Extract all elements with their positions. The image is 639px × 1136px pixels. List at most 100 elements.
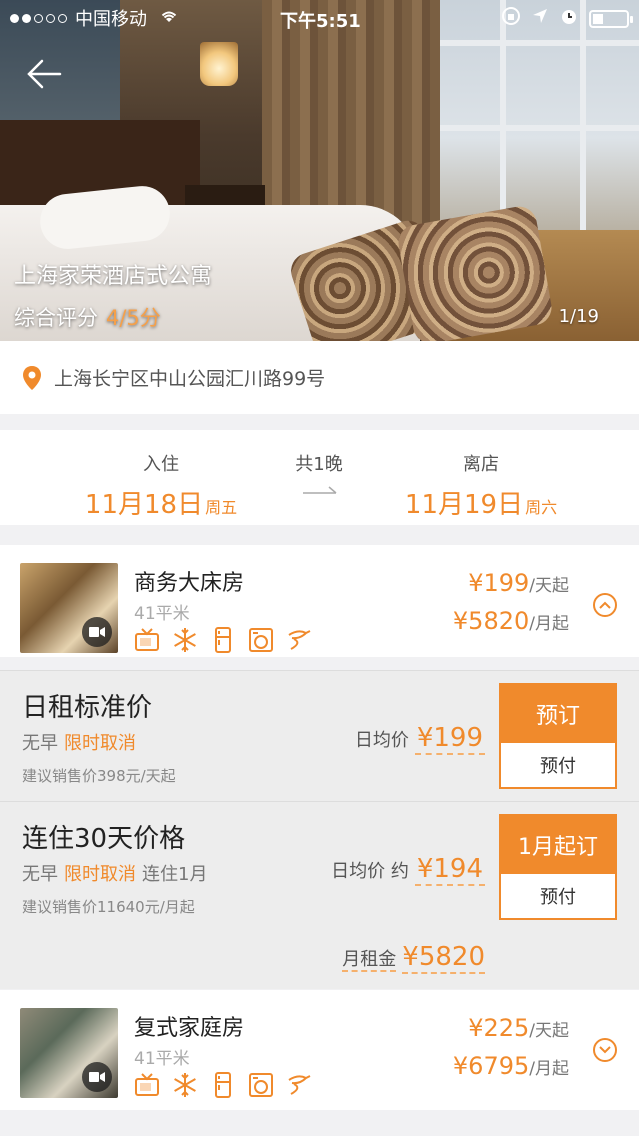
- plan-title: 日租标准价: [22, 693, 153, 723]
- checkout-date[interactable]: 离店 11月19日 周六: [396, 450, 566, 521]
- photo-counter: 1/19: [558, 306, 599, 327]
- video-icon[interactable]: [82, 617, 112, 647]
- location-icon: [531, 7, 549, 30]
- average-price-value: ¥199: [414, 723, 485, 755]
- tv-icon: [134, 1072, 160, 1098]
- checkout-weekday: 周六: [525, 498, 558, 517]
- room-monthly-price: ¥6795/月起: [453, 1052, 569, 1080]
- room-amenities: [134, 627, 312, 653]
- checkin-label: 入住: [143, 454, 179, 475]
- rotation-lock-icon: [501, 6, 521, 31]
- washer-icon: [248, 1072, 274, 1098]
- min-stay-tag: 连住1月: [142, 864, 208, 885]
- breakfast-tag: 无早: [22, 864, 58, 885]
- average-price: 日均价 约 ¥194: [331, 854, 485, 886]
- arrow-right-icon: [303, 486, 337, 494]
- address-text: 上海长宁区中山公园汇川路99号: [54, 368, 326, 390]
- cancel-policy-tag: 限时取消: [64, 733, 136, 754]
- room-thumbnail[interactable]: [20, 1008, 118, 1098]
- score-label: 综合评分: [14, 306, 98, 330]
- back-arrow-icon: [27, 59, 62, 89]
- monthly-price-value: ¥6795: [452, 1052, 530, 1080]
- prepay-label[interactable]: 预付: [501, 874, 615, 918]
- signal-strength-icon: [10, 13, 67, 23]
- hairdryer-icon: [286, 627, 312, 653]
- room-name: 复式家庭房: [134, 1016, 245, 1041]
- suggested-price: 建议销售价398元/天起: [22, 767, 176, 785]
- monthly-rent-value: ¥5820: [402, 942, 485, 974]
- monthly-price-suffix: /月起: [529, 614, 569, 634]
- rate-plan[interactable]: 连住30天价格 无早 限时取消 连住1月 建议销售价11640元/月起 日均价 约 ¥…: [0, 801, 639, 989]
- carrier-name: 中国移动: [75, 9, 147, 30]
- daily-price-suffix: /天起: [529, 576, 569, 596]
- average-price-value: ¥194: [414, 854, 485, 886]
- suggested-price: 建议销售价11640元/月起: [22, 898, 195, 916]
- prepay-label[interactable]: 预付: [501, 743, 615, 787]
- fridge-icon: [210, 627, 236, 653]
- room-daily-price: ¥199/天起: [468, 569, 569, 597]
- checkin-date-value: 11月18日: [84, 490, 204, 520]
- average-price-label: 日均价: [354, 730, 409, 751]
- book-widget: 预订 预付: [499, 683, 617, 789]
- hotel-score: 综合评分 4/5分: [14, 302, 161, 332]
- alarm-icon: [559, 6, 579, 31]
- score-value: 4/5分: [106, 306, 161, 330]
- tv-icon: [134, 627, 160, 653]
- room-monthly-price: ¥5820/月起: [453, 607, 569, 635]
- cancel-policy-tag: 限时取消: [64, 864, 136, 885]
- room-name: 商务大床房: [134, 571, 245, 596]
- clock: 下午5:51: [280, 11, 361, 32]
- room-daily-price: ¥225/天起: [468, 1014, 569, 1042]
- book-widget: 1月起订 预付: [499, 814, 617, 920]
- fridge-icon: [210, 1072, 236, 1098]
- daily-price-value: ¥199: [468, 569, 530, 597]
- chevron-up-icon: [599, 601, 611, 609]
- monthly-rent-label: 月租金: [342, 949, 397, 972]
- plan-title: 连住30天价格: [22, 824, 186, 854]
- back-button[interactable]: [22, 52, 66, 96]
- book-button[interactable]: 1月起订: [501, 816, 615, 874]
- hairdryer-icon: [286, 1072, 312, 1098]
- average-price: 日均价 ¥199: [354, 723, 485, 755]
- date-selector[interactable]: 入住 11月18日 周五 共1晚 离店 11月19日 周六: [0, 430, 639, 525]
- book-button[interactable]: 预订: [501, 685, 615, 743]
- nights-count: 共1晚: [284, 450, 354, 476]
- battery-icon: [589, 9, 633, 28]
- room-area: 41平米: [134, 1049, 190, 1069]
- average-price-label: 日均价 约: [331, 861, 409, 882]
- photo-curtain: [262, 0, 440, 240]
- ac-icon: [172, 627, 198, 653]
- collapse-button[interactable]: [593, 593, 617, 617]
- monthly-price-suffix: /月起: [529, 1059, 569, 1079]
- status-bar: 中国移动 下午5:51: [0, 0, 639, 36]
- wifi-icon: [159, 8, 179, 28]
- hotel-photo[interactable]: 中国移动 下午5:51 上海家荣酒店式公寓 综合评分 4/5分 1/19: [0, 0, 639, 341]
- video-icon[interactable]: [82, 1062, 112, 1092]
- chevron-down-icon: [599, 1046, 611, 1054]
- room-card[interactable]: 复式家庭房 41平米 ¥225/天起 ¥6795/月起: [0, 990, 639, 1110]
- expand-button[interactable]: [593, 1038, 617, 1062]
- room-card[interactable]: 商务大床房 41平米 ¥199/天起 ¥5820/月起: [0, 545, 639, 657]
- room-amenities: [134, 1072, 312, 1098]
- location-pin-icon: [23, 365, 41, 390]
- photo-lamp: [200, 42, 238, 86]
- checkout-date-value: 11月19日: [404, 490, 524, 520]
- monthly-price-value: ¥5820: [452, 607, 530, 635]
- plan-tags: 无早 限时取消: [22, 729, 142, 755]
- hotel-name: 上海家荣酒店式公寓: [14, 264, 213, 289]
- checkout-label: 离店: [463, 454, 499, 475]
- monthly-rent: 月租金 ¥5820: [342, 942, 485, 974]
- plan-tags: 无早 限时取消 连住1月: [22, 860, 207, 886]
- nights-label: 共1晚: [295, 454, 343, 475]
- daily-price-value: ¥225: [468, 1014, 530, 1042]
- breakfast-tag: 无早: [22, 733, 58, 754]
- checkin-date[interactable]: 入住 11月18日 周五: [76, 450, 246, 521]
- room-thumbnail[interactable]: [20, 563, 118, 653]
- ac-icon: [172, 1072, 198, 1098]
- daily-price-suffix: /天起: [529, 1021, 569, 1041]
- hotel-address-row[interactable]: 上海长宁区中山公园汇川路99号: [0, 341, 639, 414]
- checkin-weekday: 周五: [205, 498, 238, 517]
- washer-icon: [248, 627, 274, 653]
- room-area: 41平米: [134, 604, 190, 624]
- rate-plan[interactable]: 日租标准价 无早 限时取消 建议销售价398元/天起 日均价 ¥199 预订 预付: [0, 670, 639, 801]
